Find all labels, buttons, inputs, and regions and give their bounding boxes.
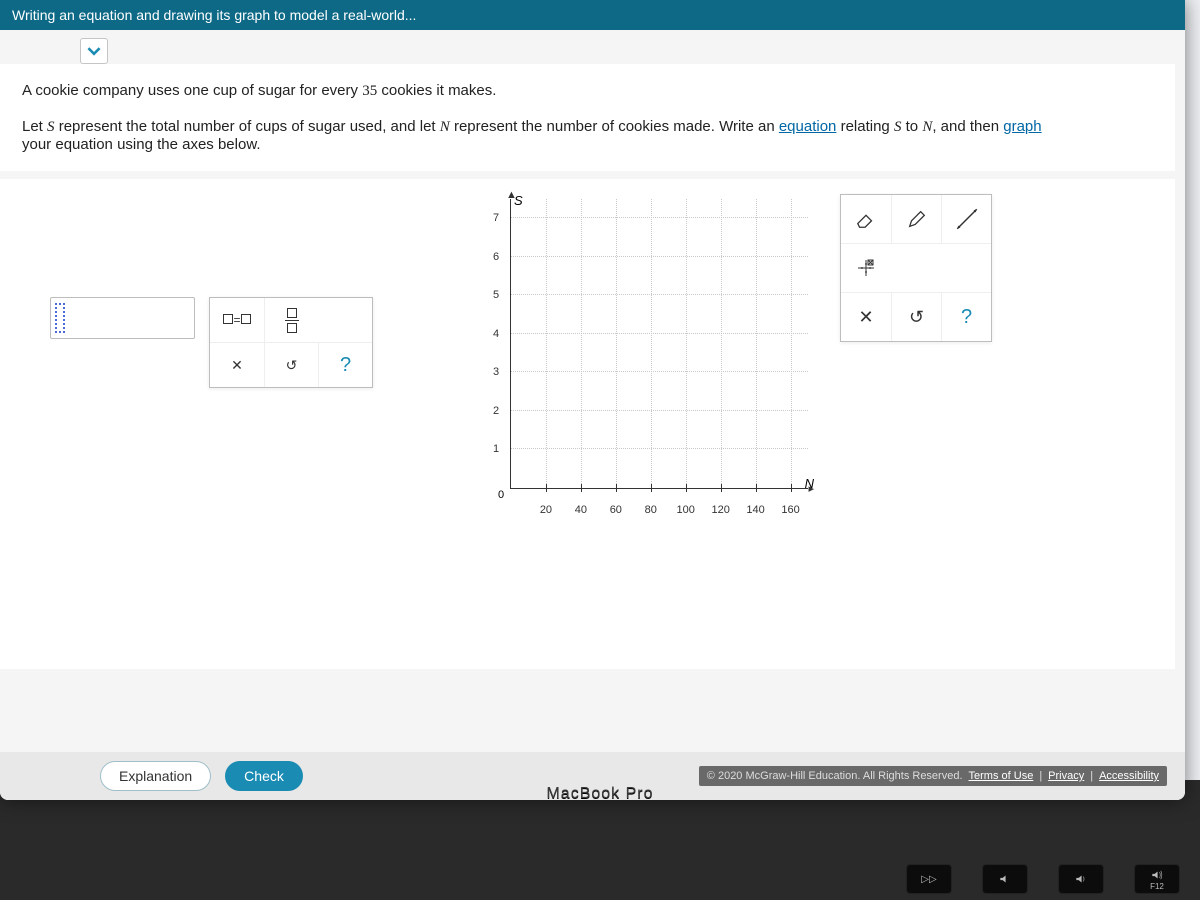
text: Let [22,118,47,135]
point-cross-icon [854,256,878,280]
x-tick: 100 [677,504,695,516]
y-tick: 1 [493,443,499,455]
pencil-icon [906,208,928,230]
graph-canvas[interactable]: S ▲ 123456720406080100120140160 0 ▸ N [480,189,820,519]
line-tool[interactable] [941,195,991,243]
text: to [901,118,922,135]
keyboard-fn-keys: ▷▷ F12 [906,864,1180,894]
count-value: 35 [362,83,377,99]
work-area: = ✕ ↺ ? S ▲ 1234567204060801001201 [0,179,1175,669]
eraser-icon [855,208,877,230]
x-tick: 160 [781,504,799,516]
y-tick: 3 [493,366,499,378]
x-tick: 40 [575,504,587,516]
graph-help-button[interactable]: ? [941,293,991,341]
text: represent the total number of cups of su… [55,118,440,135]
x-tick: 20 [540,504,552,516]
template-fraction-button[interactable] [264,298,318,342]
y-tick: 6 [493,251,499,263]
y-tick: 4 [493,328,499,340]
key-skip-forward: ▷▷ [906,864,952,894]
x-tick: 80 [645,504,657,516]
graph-reset-button[interactable]: ↺ [891,293,941,341]
template-equals-button[interactable]: = [210,298,264,342]
clear-button[interactable]: ✕ [210,343,264,387]
text: , and then [932,118,1003,135]
equation-toolbar: = ✕ ↺ ? [209,297,373,388]
key-label: F12 [1150,882,1164,891]
y-tick: 2 [493,405,499,417]
lesson-title: Writing an equation and drawing its grap… [12,7,416,23]
text: A cookie company uses one cup of sugar f… [22,82,362,99]
key-volume-up [1058,864,1104,894]
variable-S: S [47,119,55,135]
variable-N: N [922,119,932,135]
y-tick: 5 [493,289,499,301]
text: your equation using the axes below. [22,136,261,153]
x-tick: 140 [746,504,764,516]
reset-button[interactable]: ↺ [264,343,318,387]
graph-clear-button[interactable]: ✕ [841,293,891,341]
point-plot-tool[interactable] [841,244,891,292]
equation-link[interactable]: equation [779,118,837,135]
origin-label: 0 [498,489,504,501]
key-volume-down [982,864,1028,894]
equation-input[interactable] [50,297,195,339]
x-tick: 120 [711,504,729,516]
text: represent the number of cookies made. Wr… [450,118,779,135]
graph-link[interactable]: graph [1003,118,1041,135]
problem-statement: A cookie company uses one cup of sugar f… [0,64,1175,171]
pencil-tool[interactable] [891,195,941,243]
key-f12: F12 [1134,864,1180,894]
chevron-down-icon [87,44,101,58]
text: cookies it makes. [377,82,496,99]
device-hinge-label: MacBook Pro [0,774,1200,814]
variable-N: N [440,119,450,135]
x-tick: 60 [610,504,622,516]
graph-toolbar: ✕ ↺ ? [840,194,992,342]
input-cursor [55,303,65,333]
line-icon [954,206,980,232]
text: relating [836,118,894,135]
eraser-tool[interactable] [841,195,891,243]
collapse-button[interactable] [80,38,108,64]
help-button[interactable]: ? [318,343,372,387]
x-axis-label: N [805,476,814,491]
app-window: Writing an equation and drawing its grap… [0,0,1185,800]
y-tick: 7 [493,212,499,224]
lesson-header: Writing an equation and drawing its grap… [0,0,1185,30]
